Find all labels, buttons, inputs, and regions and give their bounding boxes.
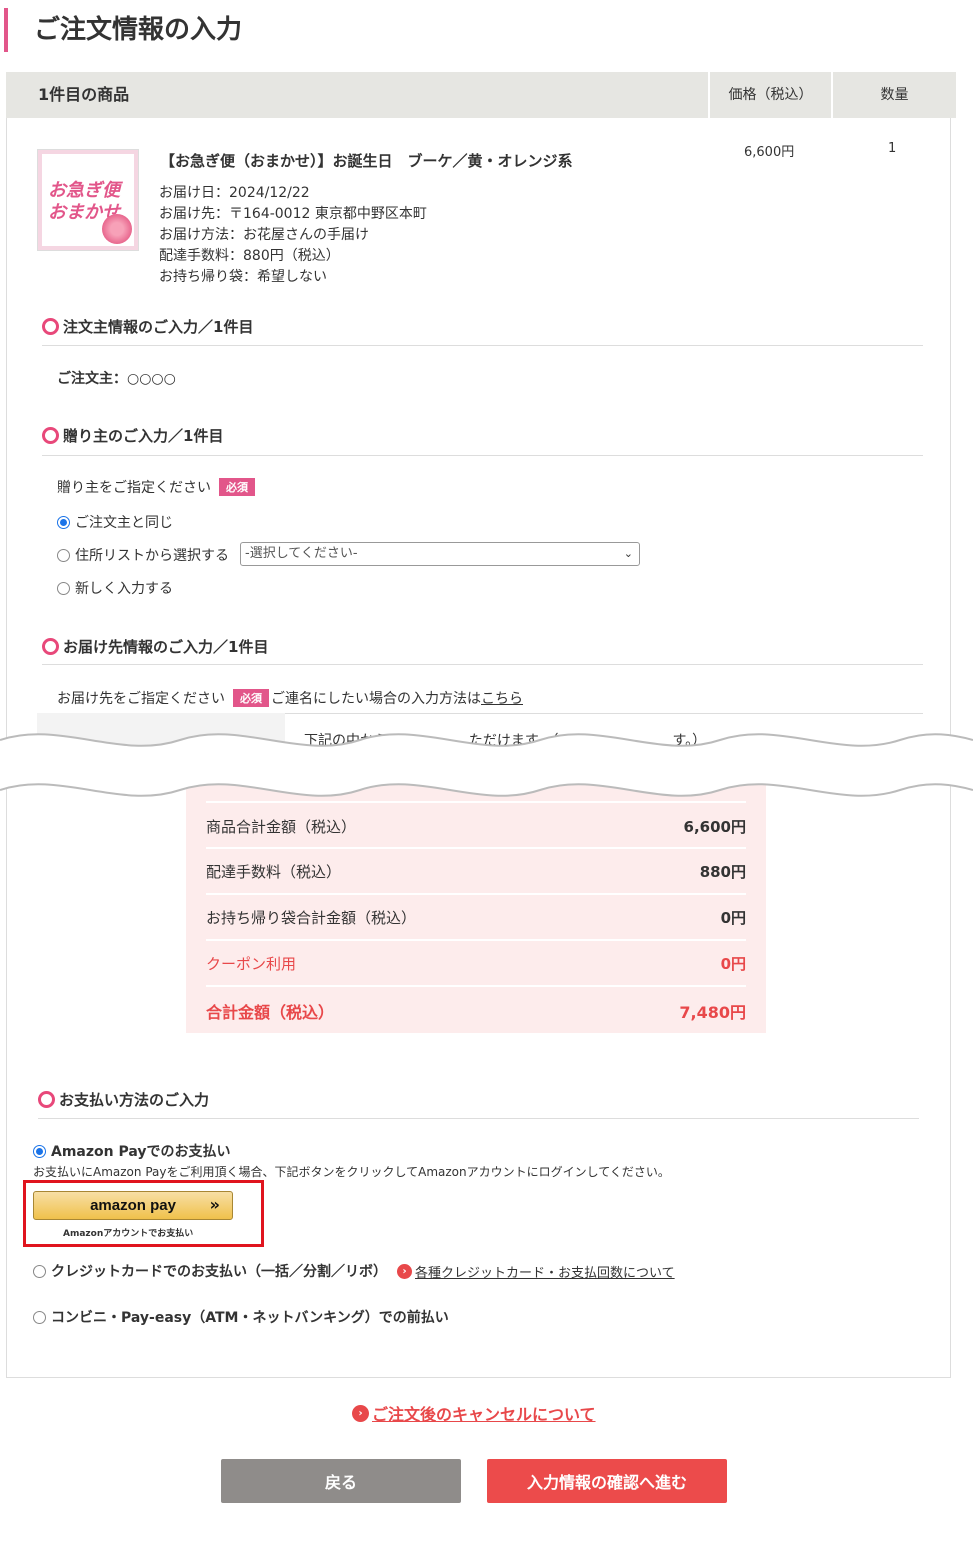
divider — [206, 847, 746, 849]
payment-option-card[interactable]: クレジットカードでのお支払い（一括／分割／リボ） › 各種クレジットカード・お支払… — [33, 1261, 675, 1281]
divider — [285, 713, 923, 714]
payment-section-title: お支払い方法のご入力 — [38, 1089, 209, 1110]
double-chevron-right-icon: » — [209, 1195, 220, 1214]
sender-prompt: 贈り主をご指定ください 必須 — [57, 477, 255, 497]
back-button[interactable]: 戻る — [221, 1459, 461, 1503]
radio-button[interactable] — [33, 1310, 46, 1324]
radio-button[interactable] — [57, 548, 70, 562]
required-badge: 必須 — [219, 478, 255, 496]
divider — [42, 345, 923, 346]
circle-icon — [42, 318, 59, 335]
chevron-down-icon: ⌄ — [623, 547, 633, 560]
detail-line: お届け先：〒164-0012 東京都中野区本町 — [159, 206, 427, 222]
arrow-right-icon: › — [352, 1404, 369, 1422]
divider — [206, 939, 746, 941]
detail-line: お持ち帰り袋：希望しない — [159, 269, 327, 285]
product-thumbnail: お急ぎ便 おまかせ — [37, 149, 139, 251]
required-badge: 必須 — [233, 689, 269, 707]
detail-line: お届け日：2024/12/22 — [159, 185, 310, 201]
sender-option-list[interactable]: 住所リストから選択する — [57, 545, 229, 565]
cancel-policy-link[interactable]: › ご注文後のキャンセルについて — [352, 1401, 596, 1425]
address-list-select[interactable]: -選択してください- ⌄ — [240, 542, 640, 566]
circle-icon — [42, 427, 59, 444]
divider — [206, 985, 746, 987]
summary-row-bag: お持ち帰り袋合計金額（税込） 0円 — [206, 909, 746, 927]
header-qty: 数量 — [831, 72, 956, 118]
summary-row-subtotal: 商品合計金額（税込） 6,600円 — [206, 818, 746, 836]
flower-image — [102, 214, 132, 244]
payment-option-amazon[interactable]: Amazon Payでのお支払い — [33, 1141, 231, 1161]
radio-button[interactable] — [33, 1144, 46, 1158]
circle-icon — [38, 1091, 55, 1108]
amazon-pay-subtext: Amazonアカウントでお支払い — [63, 1229, 194, 1239]
summary-row-coupon: クーポン利用 0円 — [206, 955, 746, 973]
arrow-right-icon: › — [397, 1263, 412, 1279]
header-product-name: 1件目の商品 — [38, 85, 130, 104]
detail-line: 配達手数料：880円（税込） — [159, 248, 340, 264]
sender-option-new[interactable]: 新しく入力する — [57, 578, 173, 598]
radio-button[interactable] — [33, 1264, 46, 1278]
product-qty: 1 — [888, 141, 897, 156]
delivery-section-title: お届け先情報のご入力／1件目 — [42, 636, 268, 657]
product-price: 6,600円 — [744, 145, 795, 160]
divider — [206, 893, 746, 895]
divider — [38, 1118, 919, 1119]
detail-line: お届け方法：お花屋さんの手届け — [159, 227, 369, 243]
circle-icon — [42, 638, 59, 655]
amazon-pay-logo: amazon pay — [90, 1197, 176, 1214]
orderer-section-title: 注文主情報のご入力／1件目 — [42, 316, 253, 337]
divider — [42, 664, 923, 665]
summary-row-delivery-fee: 配達手数料（税込） 880円 — [206, 863, 746, 881]
page-break-wave — [0, 733, 973, 797]
amazon-pay-button[interactable]: amazon pay » — [33, 1191, 233, 1220]
sender-section-title: 贈り主のご入力／1件目 — [42, 425, 223, 446]
amazon-pay-description: お支払いにAmazon Payをご利用頂く場合、下記ボタンをクリックしてAmaz… — [33, 1165, 670, 1179]
divider — [42, 455, 923, 456]
page-title: ご注文情報の入力 — [4, 8, 242, 52]
card-info-link[interactable]: 各種クレジットカード・お支払回数について — [415, 1262, 675, 1281]
product-name: 【お急ぎ便（おまかせ）】お誕生日 ブーケ／黄・オレンジ系 — [160, 152, 573, 170]
proceed-button[interactable]: 入力情報の確認へ進む — [487, 1459, 727, 1503]
delivery-prompt: お届け先をご指定ください 必須 ご連名にしたい場合の入力方法はこちら — [57, 689, 523, 707]
orderer-label: ご注文主：○○○○ — [57, 371, 176, 387]
radio-button[interactable] — [57, 581, 70, 595]
header-price: 価格（税込） — [708, 72, 831, 118]
product-details: お届け日：2024/12/22 お届け先：〒164-0012 東京都中野区本町 … — [159, 183, 427, 288]
summary-row-total: 合計金額（税込） 7,480円 — [206, 1003, 746, 1022]
radio-button[interactable] — [57, 515, 70, 529]
joint-name-link[interactable]: こちら — [481, 691, 523, 707]
product-table-header: 1件目の商品 価格（税込） 数量 — [6, 72, 956, 118]
sender-option-same[interactable]: ご注文主と同じ — [57, 512, 173, 532]
payment-option-convenience[interactable]: コンビニ・Pay-easy（ATM・ネットバンキング）での前払い — [33, 1307, 449, 1327]
